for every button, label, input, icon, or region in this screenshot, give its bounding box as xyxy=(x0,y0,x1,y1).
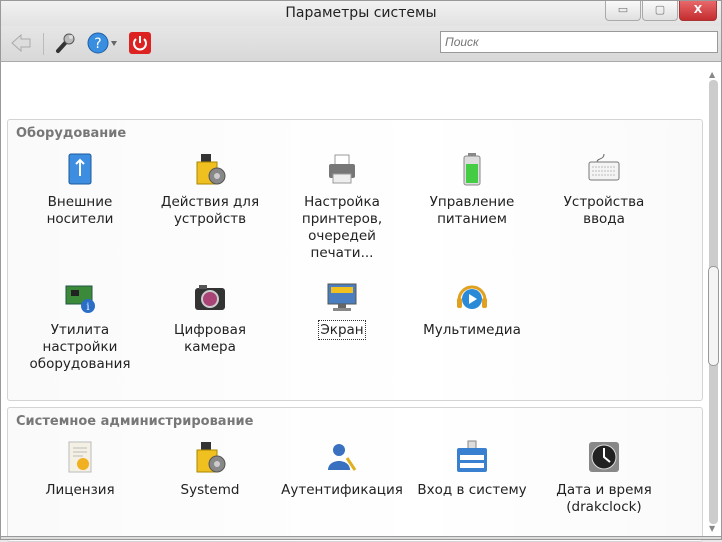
item-multimedia[interactable]: Мультимедиа xyxy=(410,280,534,339)
keyboard-icon xyxy=(588,153,620,181)
tools-button[interactable] xyxy=(53,31,77,55)
section-title: Системное администрирование xyxy=(16,414,254,429)
printer-icon xyxy=(329,154,355,184)
section-system-admin: Системное администрирование Лицензия Sys… xyxy=(7,407,703,542)
usb-gear-icon xyxy=(196,154,226,185)
item-login[interactable]: Вход в систему xyxy=(410,440,534,499)
item-device-actions[interactable]: Действия для устройств xyxy=(148,152,272,228)
window-bottom-border xyxy=(0,536,722,540)
title-bar: Параметры системы ▭ ▢ X xyxy=(0,0,722,26)
scroll-thumb[interactable] xyxy=(708,266,719,366)
item-digital-camera[interactable]: Цифровая камера xyxy=(148,280,272,356)
battery-icon xyxy=(463,153,481,186)
shutdown-button[interactable] xyxy=(128,31,152,55)
vertical-scrollbar[interactable]: ▲ ▼ xyxy=(707,70,719,533)
item-input-devices[interactable]: Устройства ввода xyxy=(542,152,666,228)
power-icon xyxy=(129,32,151,54)
item-date-time[interactable]: Дата и время (drakclock) xyxy=(542,440,666,516)
certificate-icon xyxy=(68,441,92,473)
help-icon: ? xyxy=(87,32,117,54)
clock-icon xyxy=(589,442,619,472)
login-icon xyxy=(457,440,487,472)
scroll-down-icon[interactable]: ▼ xyxy=(709,524,715,533)
back-arrow-icon xyxy=(11,33,31,53)
item-hardware-config[interactable]: i Утилита настройки оборудования xyxy=(18,280,142,373)
item-power[interactable]: Управление питанием xyxy=(410,152,534,228)
help-button[interactable]: ? xyxy=(87,31,121,55)
toolbar: ? xyxy=(0,26,722,62)
hardware-card-icon: i xyxy=(65,285,95,313)
usb-gear-icon xyxy=(196,442,226,473)
scroll-up-icon[interactable]: ▲ xyxy=(709,70,715,79)
search-input[interactable] xyxy=(440,31,718,53)
item-display[interactable]: Экран xyxy=(280,280,404,340)
item-external-media[interactable]: Внешние носители xyxy=(18,152,142,228)
item-license[interactable]: Лицензия xyxy=(18,440,142,499)
maximize-button[interactable]: ▢ xyxy=(642,1,678,21)
wrench-icon xyxy=(56,33,75,53)
back-button[interactable] xyxy=(9,31,33,55)
usb-drive-icon xyxy=(68,153,92,185)
content-area: Оборудование Внешние носители Действия д… xyxy=(0,62,722,542)
display-icon xyxy=(327,283,357,311)
item-authentication[interactable]: Аутентификация xyxy=(280,440,404,499)
camera-icon xyxy=(195,285,225,310)
toolbar-separator xyxy=(43,33,44,55)
multimedia-icon xyxy=(457,285,487,309)
section-title: Оборудование xyxy=(16,126,127,141)
item-printers[interactable]: Настройка принтеров, очередей печати... xyxy=(280,152,404,262)
section-hardware: Оборудование Внешние носители Действия д… xyxy=(7,119,703,401)
svg-text:i: i xyxy=(86,302,89,313)
user-key-icon xyxy=(328,444,357,471)
svg-text:?: ? xyxy=(94,36,101,52)
close-button[interactable]: X xyxy=(679,1,717,21)
item-systemd[interactable]: Systemd xyxy=(148,440,272,499)
minimize-button[interactable]: ▭ xyxy=(605,1,641,21)
